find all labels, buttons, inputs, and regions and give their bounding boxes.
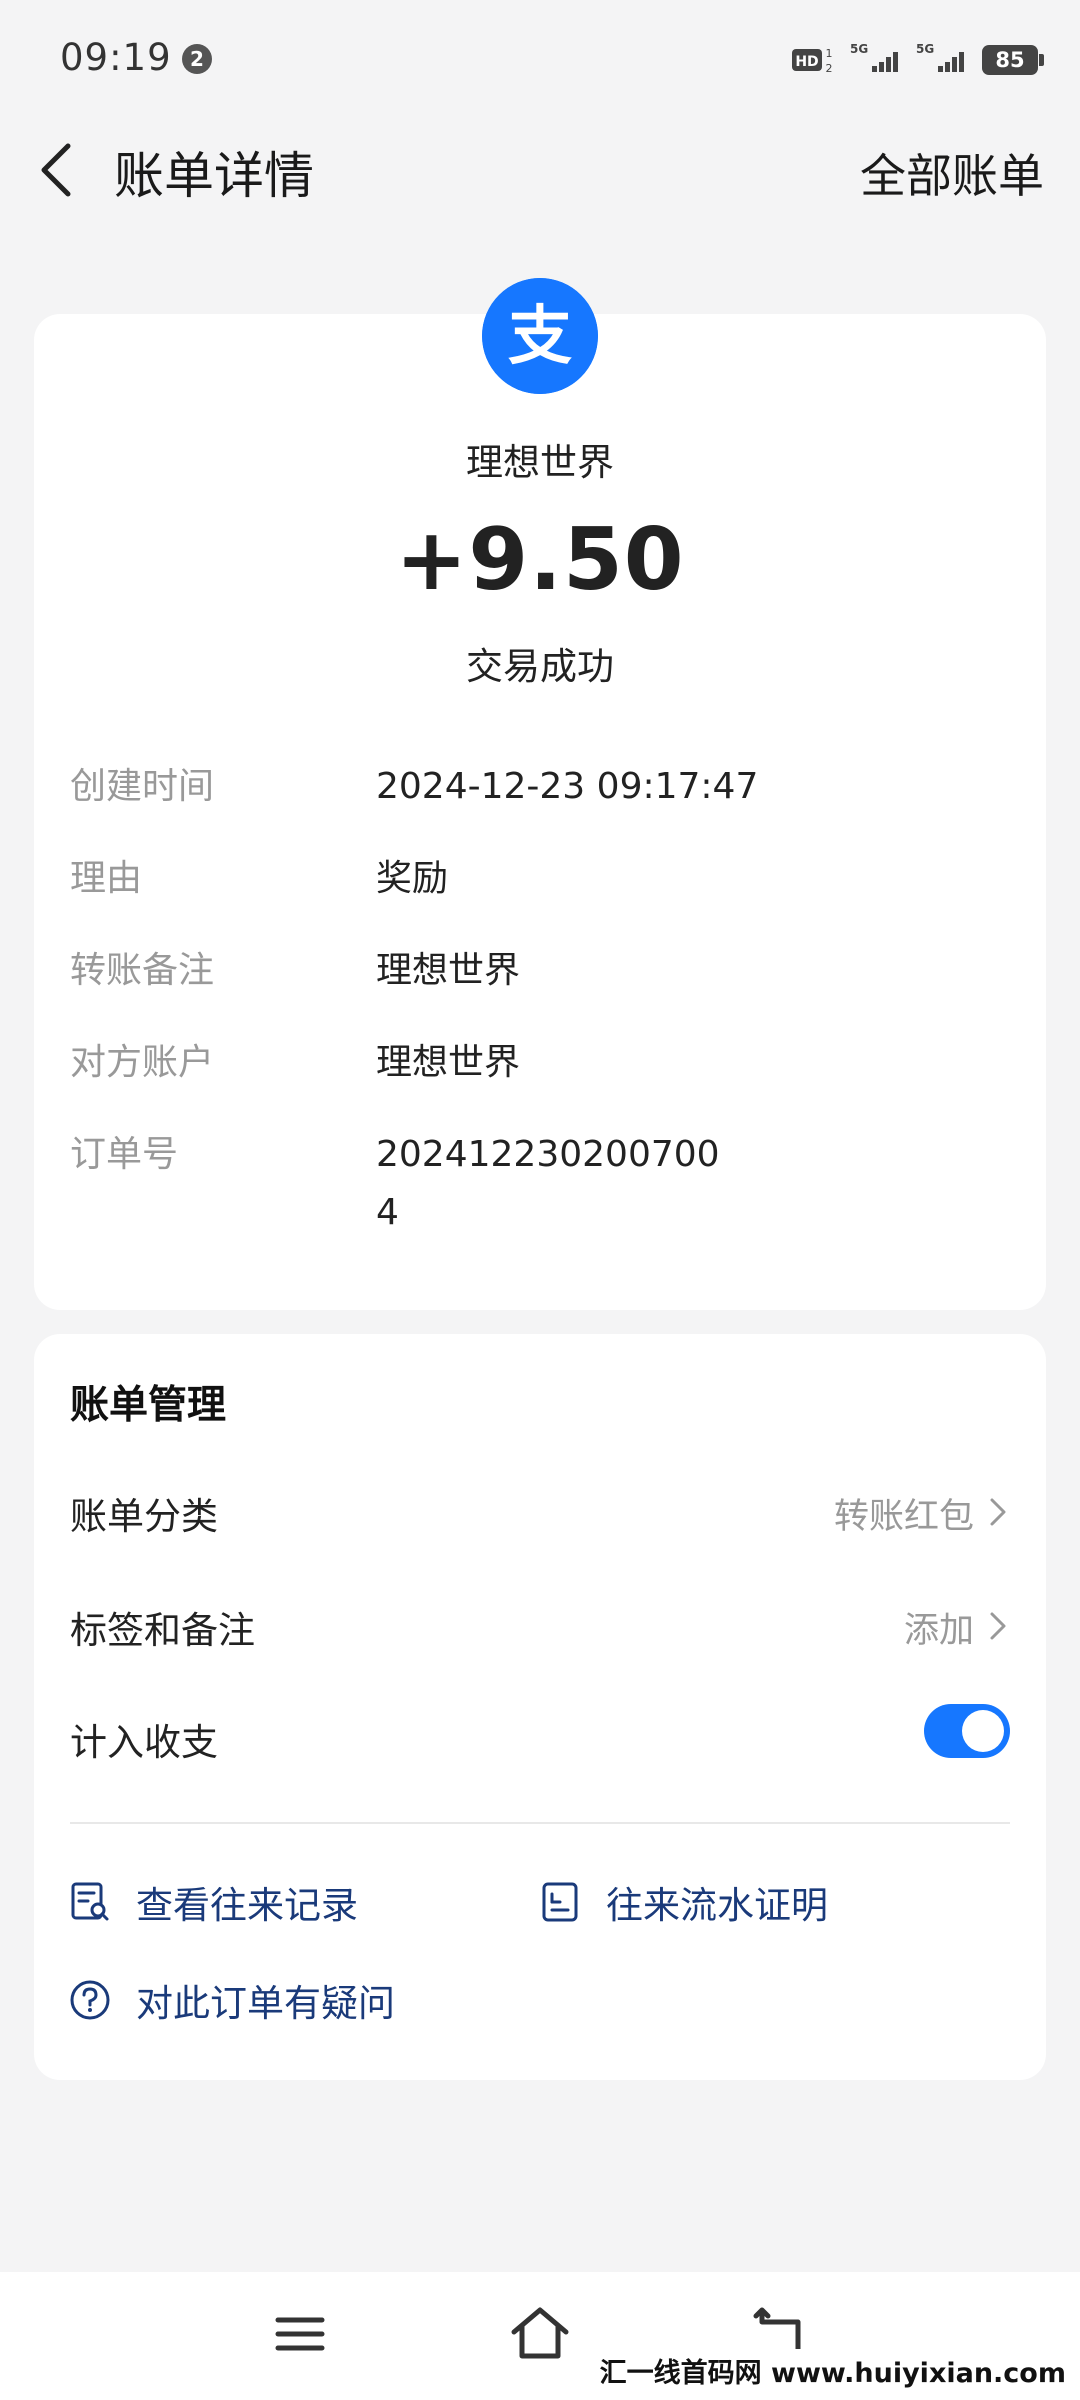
detail-label: 创建时间 — [70, 766, 215, 807]
header: 账单详情 全部账单 — [0, 110, 1080, 230]
chevron-right-icon — [990, 1612, 1006, 1640]
home-button[interactable] — [508, 2302, 572, 2366]
system-nav-bar: 汇一线首码网 www.huiyixian.com — [0, 2272, 1080, 2400]
detail-label: 转账备注 — [70, 950, 215, 991]
row-label: 标签和备注 — [70, 1609, 255, 1652]
amount: +9.50 — [395, 510, 685, 610]
bill-category-row[interactable]: 账单分类 转账红包 — [70, 1472, 1010, 1552]
alipay-logo-icon: 支 — [482, 278, 598, 394]
action-label: 查看往来记录 — [136, 1884, 358, 1927]
statement-proof-link[interactable]: 往来流水证明 — [538, 1872, 828, 1932]
action-label: 对此订单有疑问 — [136, 1982, 395, 2025]
detail-value: 奖励 — [376, 858, 449, 899]
signal-5g-icon: 5G — [850, 40, 902, 80]
include-in-stats-toggle[interactable] — [924, 1704, 1010, 1758]
watermark: 汇一线首码网 www.huiyixian.com — [595, 2349, 1070, 2392]
bill-management-card: 账单管理 账单分类 转账红包 标签和备注 添加 计入收支 查看往来记录 往来流水… — [34, 1334, 1046, 2080]
row-value: 转账红包 — [833, 1497, 974, 1537]
row-label: 账单分类 — [70, 1495, 218, 1538]
bill-detail-page: 09:19 2 HD 1 2 5G 5G 85 账单详情 全部账单 支 理想世界… — [0, 0, 1080, 2400]
divider — [70, 1822, 1010, 1824]
question-icon — [70, 1980, 110, 2020]
document-icon — [542, 1882, 578, 1922]
hd-voice-icon: HD 1 2 — [792, 45, 836, 75]
status-icons: HD 1 2 5G 5G 85 — [792, 40, 1044, 80]
detail-value: 2024-12-23 09:17:47 — [376, 766, 759, 807]
action-label: 往来流水证明 — [606, 1884, 828, 1927]
detail-label: 订单号 — [70, 1134, 179, 1175]
detail-value: 理想世界 — [376, 950, 521, 991]
svg-text:1: 1 — [826, 47, 833, 60]
transaction-status: 交易成功 — [466, 645, 614, 688]
back-button[interactable] — [30, 138, 90, 202]
battery-icon: 85 — [982, 45, 1044, 75]
chevron-left-icon — [41, 143, 71, 197]
svg-text:HD: HD — [795, 54, 818, 70]
home-icon — [511, 2307, 569, 2359]
signal-5g-icon-2: 5G — [916, 40, 968, 80]
toggle-knob — [962, 1710, 1004, 1752]
svg-text:5G: 5G — [916, 42, 934, 56]
detail-label: 对方账户 — [70, 1042, 215, 1083]
view-records-link[interactable]: 查看往来记录 — [68, 1872, 358, 1932]
page-title: 账单详情 — [114, 147, 314, 205]
section-title: 账单管理 — [70, 1383, 227, 1428]
record-search-icon — [71, 1882, 109, 1921]
include-in-stats-row: 计入收支 — [70, 1698, 1010, 1778]
menu-button[interactable] — [268, 2302, 332, 2366]
tags-notes-row[interactable]: 标签和备注 添加 — [70, 1586, 1010, 1666]
chevron-right-icon — [990, 1498, 1006, 1526]
merchant-name: 理想世界 — [466, 441, 614, 484]
status-bar: 09:19 2 HD 1 2 5G 5G 85 — [0, 0, 1080, 110]
svg-text:5G: 5G — [850, 42, 868, 56]
bill-card: 支 理想世界 +9.50 交易成功 创建时间 2024-12-23 09:17:… — [34, 278, 1046, 1310]
detail-value: 理想世界 — [376, 1042, 521, 1083]
row-label: 计入收支 — [70, 1721, 218, 1764]
order-question-link[interactable]: 对此订单有疑问 — [68, 1970, 395, 2030]
menu-icon — [275, 2317, 325, 2351]
svg-text:2: 2 — [826, 62, 833, 75]
all-bills-link[interactable]: 全部账单 — [860, 140, 1044, 206]
detail-label: 理由 — [70, 858, 143, 899]
order-number-value[interactable]: 202412230200700 — [376, 1126, 1016, 1184]
status-time: 09:19 — [60, 36, 172, 79]
order-number-value-cont: 4 — [376, 1192, 399, 1233]
notification-badge: 2 — [182, 44, 212, 74]
row-value: 添加 — [903, 1611, 974, 1651]
